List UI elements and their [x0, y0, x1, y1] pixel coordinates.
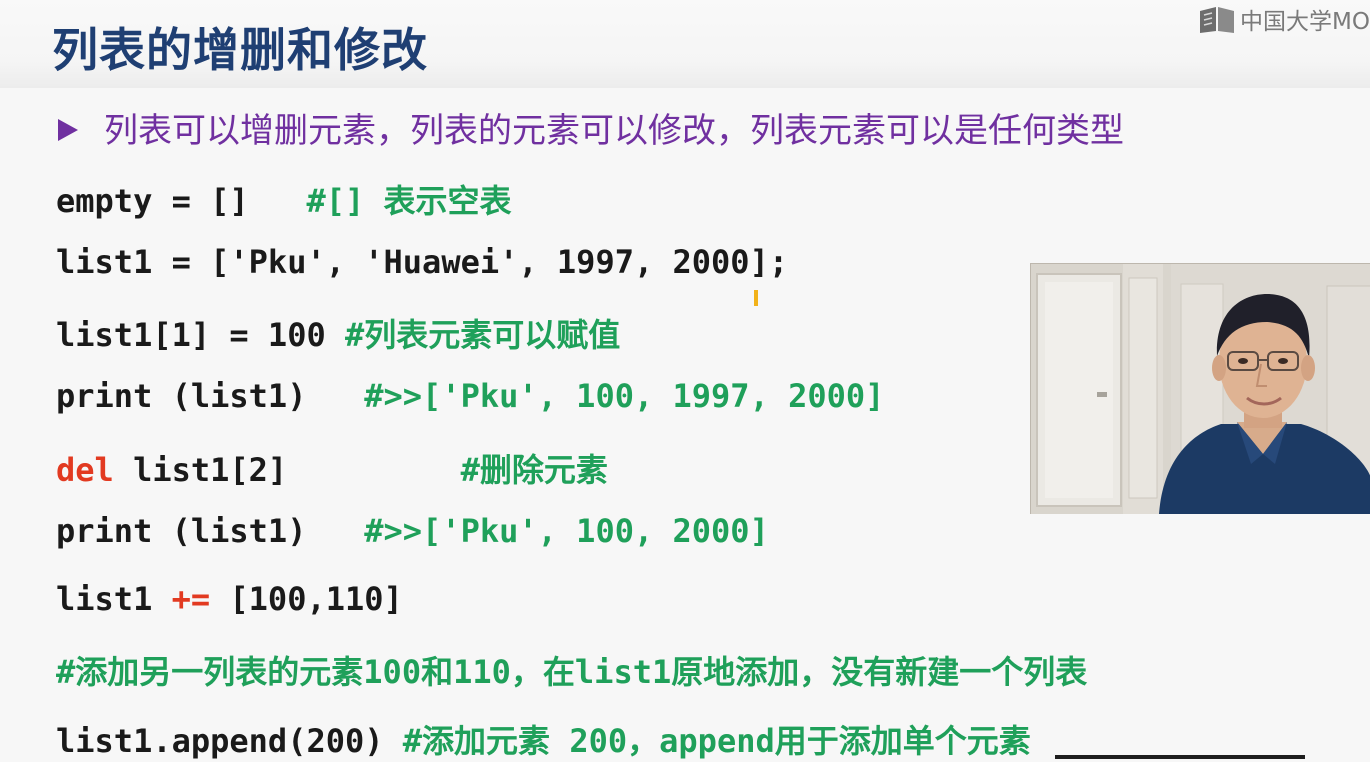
code-line-8: #添加另一列表的元素100和110，在list1原地添加，没有新建一个列表 — [56, 647, 1087, 693]
code-comment-cn: 列表元素可以赋值 — [364, 316, 621, 354]
code-comment-cn: 删除元素 — [479, 451, 608, 489]
code-comment: # — [460, 451, 480, 489]
code-comment: #>>['Pku', 100, 2000] — [364, 512, 769, 550]
comment-part: ， — [627, 722, 660, 760]
bullet-text: 列表可以增删元素，列表的元素可以修改，列表元素可以是任何类型 — [104, 111, 1124, 151]
code-operator: += — [171, 580, 211, 618]
comment-part: append — [659, 722, 775, 760]
comment-part: 添加元素 — [422, 722, 551, 760]
code-text: list1[2] — [113, 451, 461, 489]
comment-part: 200 — [550, 722, 628, 760]
bullet-point: 列表可以增删元素，列表的元素可以修改，列表元素可以是任何类型 — [58, 103, 1124, 152]
code-comment-cn: 表示空表 — [383, 182, 512, 220]
bottom-strip — [1055, 755, 1305, 759]
comment-part: 和 — [421, 653, 454, 691]
lecturer-video-frame — [1031, 264, 1370, 514]
code-line-5: del list1[2] #删除元素 — [56, 445, 608, 491]
code-comment: # — [344, 316, 365, 354]
bullet-arrow-icon — [58, 118, 78, 141]
comment-part: 添加另一列表的元素 — [75, 653, 364, 691]
comment-part: # — [402, 722, 423, 760]
comment-part: ，在 — [510, 653, 575, 691]
lecturer-video — [1030, 263, 1370, 514]
code-text: list1[1] = 100 — [56, 316, 345, 354]
code-text: [100,110] — [210, 580, 403, 618]
code-line-1: empty = [] #[] 表示空表 — [56, 176, 512, 222]
watermark-text: 中国大学MO — [1240, 9, 1370, 35]
code-text: list1 = ['Pku', 'Huawei', 1997, 2000]; — [56, 243, 789, 281]
watermark: 中国大学MO — [1196, 2, 1370, 36]
comment-part: 原地添加，没有新建一个列表 — [671, 653, 1088, 691]
code-keyword: del — [56, 451, 114, 489]
comment-part: list1 — [574, 653, 672, 691]
slide-title: 列表的增删和修改 — [52, 23, 428, 77]
code-comment: #[] — [306, 182, 384, 220]
text-cursor — [754, 290, 758, 306]
code-line-3: list1[1] = 100 #列表元素可以赋值 — [56, 310, 620, 356]
comment-part: 100 — [363, 653, 422, 691]
comment-part: 用于添加单个元素 — [774, 722, 1031, 760]
code-comment: #>>['Pku', 100, 1997, 2000] — [364, 377, 885, 415]
comment-part: # — [56, 653, 76, 691]
code-text: list1.append(200) — [56, 722, 403, 760]
code-line-4: print (list1) #>>['Pku', 100, 1997, 2000… — [56, 377, 884, 415]
code-line-7: list1 += [100,110] — [56, 580, 403, 618]
comment-part: 110 — [453, 653, 511, 691]
code-line-6: print (list1) #>>['Pku', 100, 2000] — [56, 512, 769, 550]
code-line-9: list1.append(200) #添加元素 200，append用于添加单个… — [56, 716, 1031, 762]
code-text: list1 — [56, 580, 172, 618]
code-line-2: list1 = ['Pku', 'Huawei', 1997, 2000]; — [56, 243, 788, 281]
code-text: empty = [] — [56, 182, 307, 220]
mooc-logo-icon — [1200, 7, 1235, 33]
code-text: print (list1) — [56, 512, 365, 550]
code-text: print (list1) — [56, 377, 365, 415]
